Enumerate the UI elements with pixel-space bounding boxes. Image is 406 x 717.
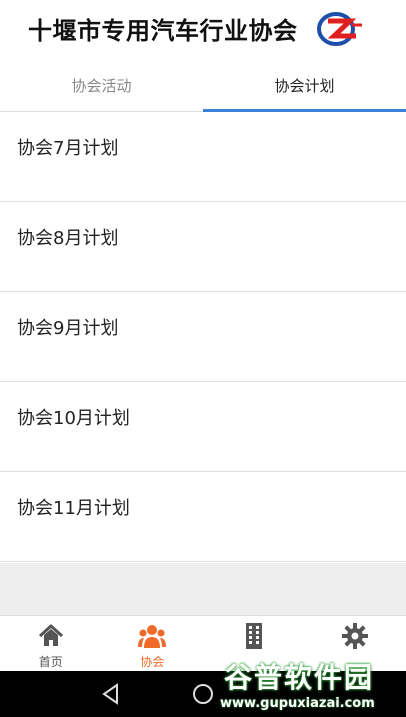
list-item[interactable]: 协会8月计划 [0,202,406,292]
tab-bar: 协会活动 协会计划 [0,60,406,112]
building-icon [245,623,262,649]
watermark-title: 谷普软件园 [224,661,375,694]
nav-item-home[interactable]: 首页 [0,616,102,671]
plan-list: 协会7月计划 协会8月计划 协会9月计划 协会10月计划 协会11月计划 [0,112,406,562]
back-icon[interactable] [98,681,124,707]
association-logo-icon [317,12,362,46]
empty-area [0,563,406,615]
nav-item-association[interactable]: 协会 [102,616,204,671]
nav-label-home: 首页 [38,655,63,669]
watermark-url: www.gupuxiazai.com [220,696,375,711]
list-item[interactable]: 协会10月计划 [0,382,406,472]
group-icon [138,625,167,648]
list-item[interactable]: 协会9月计划 [0,292,406,382]
tab-plans[interactable]: 协会计划 [203,60,406,112]
app-header: 十堰市专用汽车行业协会 [0,0,406,56]
home-button-icon[interactable] [190,681,216,707]
nav-label-association: 协会 [140,655,165,669]
tab-activities[interactable]: 协会活动 [0,60,203,111]
list-item[interactable]: 协会7月计划 [0,112,406,202]
watermark: 谷普软件园 www.gupuxiazai.com [220,654,406,717]
home-icon [38,624,63,646]
gear-icon [342,623,369,649]
list-item[interactable]: 协会11月计划 [0,472,406,562]
page-title: 十堰市专用汽车行业协会 [28,17,298,45]
